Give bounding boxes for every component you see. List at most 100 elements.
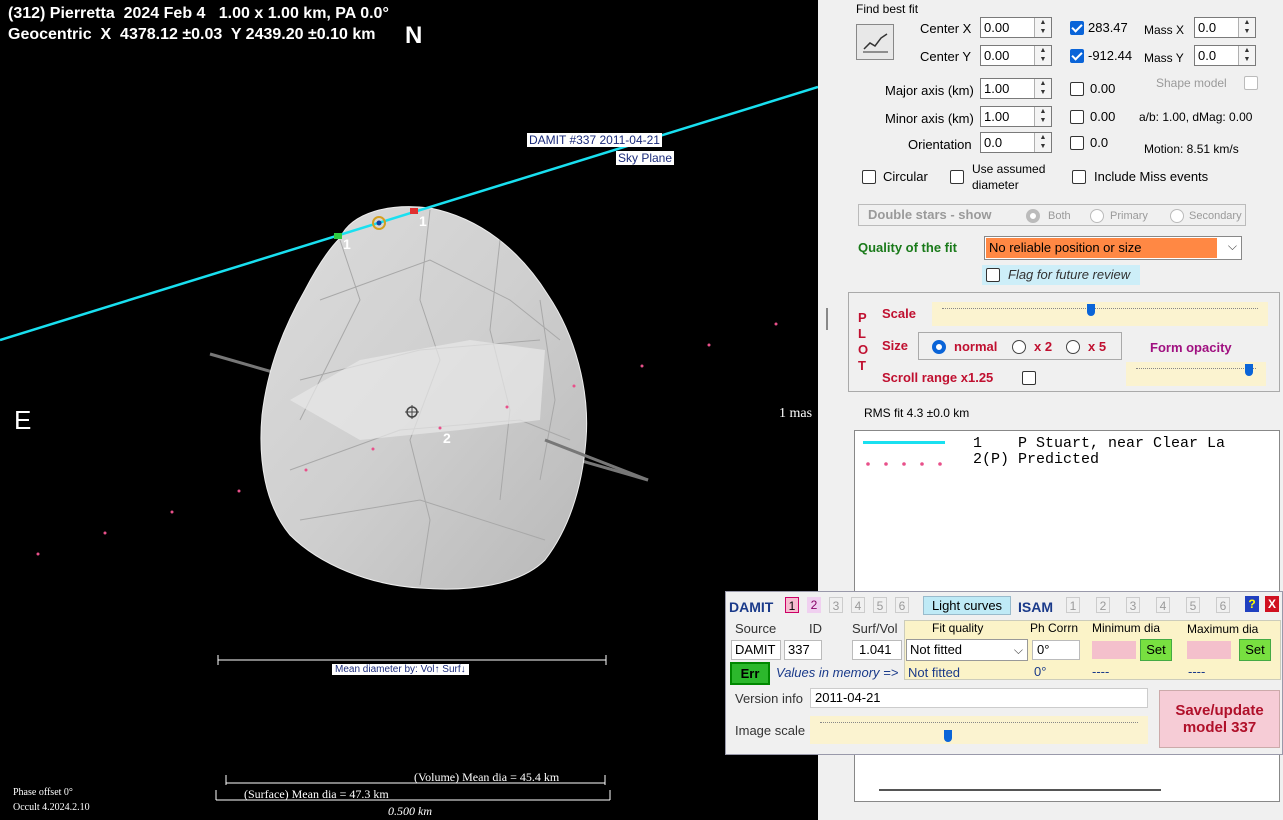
scroll-range-checkbox[interactable] xyxy=(1022,371,1036,385)
scroll-range-label: Scroll range x1.25 xyxy=(882,370,994,385)
isam-tab-1[interactable]: 1 xyxy=(1066,597,1080,613)
max-dia-header: Maximum dia xyxy=(1187,622,1259,636)
light-curves-button[interactable]: Light curves xyxy=(923,596,1011,615)
damit-panel: DAMIT 1 2 3 4 5 6 Light curves ISAM 1 2 … xyxy=(725,591,1283,755)
spinner-arrows-icon[interactable]: ▲ ▼ xyxy=(1238,46,1255,65)
minor-axis-checkbox[interactable] xyxy=(1070,110,1084,124)
miss-events-label: Include Miss events xyxy=(1094,169,1209,184)
ph-corrn-input[interactable]: 0° xyxy=(1032,640,1080,660)
center-x-input[interactable]: ▲▼ xyxy=(980,17,1052,38)
assumed-diameter-checkbox[interactable] xyxy=(950,170,964,184)
set-max-dia-button[interactable]: Set xyxy=(1239,639,1271,661)
ab-dmag-text: a/b: 1.00, dMag: 0.00 xyxy=(1139,110,1253,124)
damit-tab-4[interactable]: 4 xyxy=(851,597,865,613)
center-x-checkbox[interactable] xyxy=(1070,21,1084,35)
flag-review-checkbox[interactable] xyxy=(986,268,1000,282)
secondary-label: Secondary xyxy=(1189,210,1242,222)
chevron-down-icon[interactable]: ⌵ xyxy=(1014,640,1023,660)
save-update-model-button[interactable]: Save/update model 337 xyxy=(1159,690,1280,748)
chevron-down-icon[interactable]: ⌵ xyxy=(1228,239,1237,254)
minor-axis-field[interactable] xyxy=(981,107,1039,126)
scale-slider[interactable] xyxy=(932,302,1268,326)
fit-quality-header: Fit quality xyxy=(932,621,984,635)
scale-slider-thumb[interactable] xyxy=(1087,304,1095,316)
find-best-fit-button[interactable] xyxy=(856,24,894,60)
form-opacity-label: Form opacity xyxy=(1150,340,1232,355)
damit-tab-2[interactable]: 2 xyxy=(807,597,821,613)
both-radio[interactable] xyxy=(1026,209,1040,223)
image-scale-thumb[interactable] xyxy=(944,730,952,742)
version-info-field[interactable]: 2011-04-21 xyxy=(810,688,1148,708)
mass-y-input[interactable]: ▲▼ xyxy=(1194,45,1256,66)
size-x5-radio[interactable] xyxy=(1066,340,1080,354)
legend-predicted-dots xyxy=(863,455,945,466)
mass-x-field[interactable] xyxy=(1195,18,1243,37)
circular-checkbox[interactable] xyxy=(862,170,876,184)
phase-offset-label: Phase offset 0° xyxy=(13,787,73,798)
isam-tab-4[interactable]: 4 xyxy=(1156,597,1170,613)
memory-fit-value: Not fitted xyxy=(908,665,961,680)
sky-plane-label: Sky Plane xyxy=(616,151,675,165)
circular-label: Circular xyxy=(883,169,928,184)
major-axis-input[interactable]: ▲▼ xyxy=(980,78,1052,99)
splitter-grip[interactable] xyxy=(826,308,828,330)
center-y-field[interactable] xyxy=(981,46,1039,65)
close-icon[interactable]: X xyxy=(1265,596,1279,612)
fit-quality-select[interactable]: Not fitted ⌵ xyxy=(906,639,1028,661)
plot-title: (312) Pierretta 2024 Feb 4 1.00 x 1.00 k… xyxy=(8,5,389,22)
isam-tab-3[interactable]: 3 xyxy=(1126,597,1140,613)
orientation-input[interactable]: ▲▼ xyxy=(980,132,1052,153)
damit-tab-6[interactable]: 6 xyxy=(895,597,909,613)
spinner-arrows-icon[interactable]: ▲ ▼ xyxy=(1034,79,1051,98)
orientation-field[interactable] xyxy=(981,133,1039,152)
orientation-checkbox[interactable] xyxy=(1070,136,1084,150)
major-axis-field[interactable] xyxy=(981,79,1039,98)
horizontal-scrollbar[interactable] xyxy=(879,789,1161,791)
size-normal-label: normal xyxy=(954,339,998,354)
mass-x-input[interactable]: ▲▼ xyxy=(1194,17,1256,38)
minor-axis-input[interactable]: ▲▼ xyxy=(980,106,1052,127)
miss-events-checkbox[interactable] xyxy=(1072,170,1086,184)
min-dia-input[interactable] xyxy=(1092,641,1136,659)
occultation-plot[interactable]: (312) Pierretta 2024 Feb 4 1.00 x 1.00 k… xyxy=(0,0,818,820)
source-value: DAMIT xyxy=(731,640,781,660)
set-min-dia-button[interactable]: Set xyxy=(1140,639,1172,661)
surface-diameter-label: (Surface) Mean dia = 47.3 km xyxy=(244,787,389,801)
spinner-arrows-icon[interactable]: ▲ ▼ xyxy=(1034,46,1051,65)
motion-text: Motion: 8.51 km/s xyxy=(1144,142,1239,156)
center-x-field[interactable] xyxy=(981,18,1039,37)
image-scale-label: Image scale xyxy=(735,723,806,738)
spinner-arrows-icon[interactable]: ▲ ▼ xyxy=(1238,18,1255,37)
shape-model-checkbox[interactable] xyxy=(1244,76,1258,90)
isam-tab-5[interactable]: 5 xyxy=(1186,597,1200,613)
err-button[interactable]: Err xyxy=(730,662,770,685)
form-opacity-slider[interactable] xyxy=(1126,362,1266,386)
mass-y-field[interactable] xyxy=(1195,46,1243,65)
assumed-diameter-label-1: Use assumed xyxy=(972,162,1046,176)
isam-tab-6[interactable]: 6 xyxy=(1216,597,1230,613)
damit-title: DAMIT xyxy=(729,599,774,615)
volume-diameter-label: (Volume) Mean dia = 45.4 km xyxy=(414,770,560,784)
help-icon[interactable]: ? xyxy=(1245,596,1259,612)
spinner-arrows-icon[interactable]: ▲ ▼ xyxy=(1034,107,1051,126)
size-normal-radio[interactable] xyxy=(932,340,946,354)
isam-tab-2[interactable]: 2 xyxy=(1096,597,1110,613)
version-label: Occult 4.2024.2.10 xyxy=(13,802,90,813)
damit-tab-5[interactable]: 5 xyxy=(873,597,887,613)
primary-radio[interactable] xyxy=(1090,209,1104,223)
spinner-arrows-icon[interactable]: ▲ ▼ xyxy=(1034,18,1051,37)
center-y-input[interactable]: ▲▼ xyxy=(980,45,1052,66)
damit-tab-1[interactable]: 1 xyxy=(785,597,799,613)
image-scale-slider[interactable] xyxy=(810,716,1148,744)
center-y-checkbox[interactable] xyxy=(1070,49,1084,63)
center-y-label: Center Y xyxy=(920,49,972,64)
size-x2-radio[interactable] xyxy=(1012,340,1026,354)
quality-select[interactable]: No reliable position or size ⌵ xyxy=(984,236,1242,260)
opacity-slider-thumb[interactable] xyxy=(1245,364,1253,376)
max-dia-input[interactable] xyxy=(1187,641,1231,659)
secondary-radio[interactable] xyxy=(1170,209,1184,223)
spinner-arrows-icon[interactable]: ▲ ▼ xyxy=(1034,133,1051,152)
plot-geocentric: Geocentric X 4378.12 ±0.03 Y 2439.20 ±0.… xyxy=(8,26,376,43)
major-axis-checkbox[interactable] xyxy=(1070,82,1084,96)
damit-tab-3[interactable]: 3 xyxy=(829,597,843,613)
